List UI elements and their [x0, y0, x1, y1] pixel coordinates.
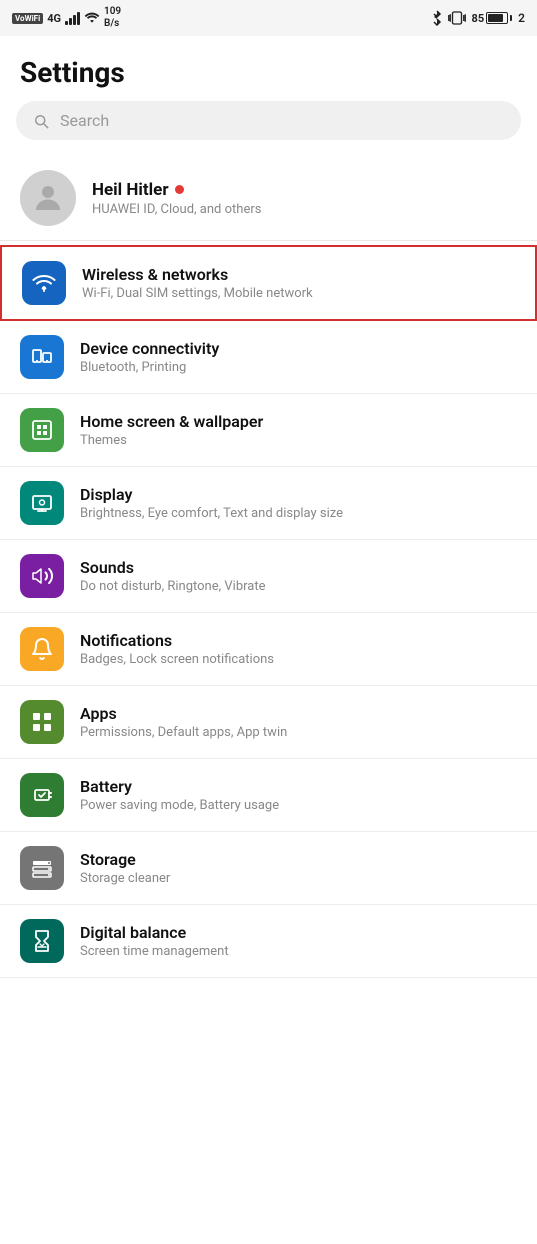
digital-balance-icon-box	[20, 919, 64, 963]
bell-icon	[30, 637, 54, 661]
profile-subtitle: HUAWEI ID, Cloud, and others	[92, 202, 261, 217]
battery-text: Battery Power saving mode, Battery usage	[80, 777, 517, 813]
battery-subtitle: Power saving mode, Battery usage	[80, 798, 517, 813]
settings-list: Wireless & networks Wi-Fi, Dual SIM sett…	[0, 245, 537, 978]
settings-item-storage[interactable]: Storage Storage cleaner	[0, 832, 537, 905]
apps-subtitle: Permissions, Default apps, App twin	[80, 725, 517, 740]
hourglass-icon	[30, 929, 54, 953]
status-bar: VoWiFi 4G 109B/s 85	[0, 0, 537, 36]
settings-item-sounds[interactable]: Sounds Do not disturb, Ringtone, Vibrate	[0, 540, 537, 613]
settings-item-battery[interactable]: Battery Power saving mode, Battery usage	[0, 759, 537, 832]
device-connectivity-icon-box	[20, 335, 64, 379]
status-left: VoWiFi 4G 109B/s	[12, 6, 121, 30]
page-title: Settings	[0, 36, 537, 101]
notifications-icon-box	[20, 627, 64, 671]
digital-balance-title: Digital balance	[80, 923, 517, 942]
network-speed: 109B/s	[104, 6, 121, 30]
search-placeholder-text: Search	[60, 111, 109, 130]
notification-dot	[175, 185, 184, 194]
settings-item-display[interactable]: Display Brightness, Eye comfort, Text an…	[0, 467, 537, 540]
notifications-title: Notifications	[80, 631, 517, 650]
battery-indicator: 85	[472, 12, 513, 25]
battery-setting-icon	[30, 783, 54, 807]
settings-item-wireless[interactable]: Wireless & networks Wi-Fi, Dual SIM sett…	[0, 245, 537, 321]
profile-info: Heil Hitler HUAWEI ID, Cloud, and others	[92, 180, 261, 217]
search-icon	[32, 112, 50, 130]
device-connectivity-subtitle: Bluetooth, Printing	[80, 360, 517, 375]
sounds-icon-box	[20, 554, 64, 598]
storage-icon	[30, 856, 54, 880]
apps-icon-box	[20, 700, 64, 744]
time-display: 2	[518, 11, 525, 25]
home-screen-title: Home screen & wallpaper	[80, 412, 517, 431]
profile-row[interactable]: Heil Hitler HUAWEI ID, Cloud, and others	[0, 156, 537, 241]
device-connectivity-title: Device connectivity	[80, 339, 517, 358]
battery-icon-box	[20, 773, 64, 817]
digital-balance-text: Digital balance Screen time management	[80, 923, 517, 959]
digital-balance-subtitle: Screen time management	[80, 944, 517, 959]
storage-text: Storage Storage cleaner	[80, 850, 517, 886]
wireless-subtitle: Wi-Fi, Dual SIM settings, Mobile network	[82, 286, 515, 301]
wireless-text: Wireless & networks Wi-Fi, Dual SIM sett…	[82, 265, 515, 301]
storage-title: Storage	[80, 850, 517, 869]
storage-subtitle: Storage cleaner	[80, 871, 517, 886]
settings-item-notifications[interactable]: Notifications Badges, Lock screen notifi…	[0, 613, 537, 686]
signal-bars	[65, 11, 80, 25]
bluetooth-icon	[432, 10, 442, 26]
settings-item-apps[interactable]: Apps Permissions, Default apps, App twin	[0, 686, 537, 759]
vowifi-indicator: VoWiFi	[12, 13, 43, 24]
wifi-icon	[32, 271, 56, 295]
profile-name: Heil Hitler	[92, 180, 261, 200]
wireless-title: Wireless & networks	[82, 265, 515, 284]
sound-icon	[30, 564, 54, 588]
notifications-text: Notifications Badges, Lock screen notifi…	[80, 631, 517, 667]
device-connectivity-icon	[30, 345, 54, 369]
display-icon	[30, 491, 54, 515]
display-title: Display	[80, 485, 517, 504]
home-screen-icon-box	[20, 408, 64, 452]
device-connectivity-text: Device connectivity Bluetooth, Printing	[80, 339, 517, 375]
display-text: Display Brightness, Eye comfort, Text an…	[80, 485, 517, 521]
4g-indicator: 4G	[47, 12, 61, 25]
sounds-title: Sounds	[80, 558, 517, 577]
battery-title: Battery	[80, 777, 517, 796]
vibrate-icon	[448, 10, 466, 26]
display-subtitle: Brightness, Eye comfort, Text and displa…	[80, 506, 517, 521]
apps-title: Apps	[80, 704, 517, 723]
settings-item-device-connectivity[interactable]: Device connectivity Bluetooth, Printing	[0, 321, 537, 394]
avatar-icon	[30, 180, 66, 216]
home-screen-text: Home screen & wallpaper Themes	[80, 412, 517, 448]
settings-item-home-screen[interactable]: Home screen & wallpaper Themes	[0, 394, 537, 467]
avatar	[20, 170, 76, 226]
apps-icon	[30, 710, 54, 734]
home-screen-subtitle: Themes	[80, 433, 517, 448]
apps-text: Apps Permissions, Default apps, App twin	[80, 704, 517, 740]
wireless-icon-box	[22, 261, 66, 305]
display-icon-box	[20, 481, 64, 525]
notifications-subtitle: Badges, Lock screen notifications	[80, 652, 517, 667]
search-bar[interactable]: Search	[16, 101, 521, 140]
status-right: 85 2	[432, 10, 525, 26]
settings-item-digital-balance[interactable]: Digital balance Screen time management	[0, 905, 537, 978]
wifi-status-icon	[84, 11, 100, 25]
sounds-subtitle: Do not disturb, Ringtone, Vibrate	[80, 579, 517, 594]
storage-icon-box	[20, 846, 64, 890]
home-screen-icon	[30, 418, 54, 442]
sounds-text: Sounds Do not disturb, Ringtone, Vibrate	[80, 558, 517, 594]
